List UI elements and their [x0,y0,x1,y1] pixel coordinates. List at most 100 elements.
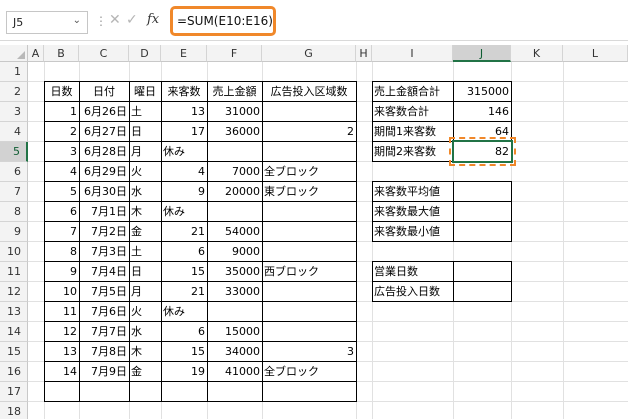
cell-weekday[interactable]: 水 [129,182,161,202]
cell-ad-area[interactable] [262,242,356,262]
cell-visitors[interactable]: 21 [161,222,207,242]
cell-day-num[interactable]: 1 [44,102,79,122]
header-sales[interactable]: 売上金額 [207,82,262,102]
cell-visitors[interactable]: 6 [161,322,207,342]
cell-ad-area[interactable]: 2 [262,122,356,142]
row-header-3[interactable]: 3 [0,102,28,122]
summary-business-days-label[interactable]: 営業日数 [372,262,453,282]
cell-date[interactable]: 7月7日 [79,322,129,342]
cell-visitors[interactable]: 休み [161,202,207,222]
cell-sales[interactable] [207,142,262,162]
column-header-k[interactable]: K [511,45,563,62]
summary-min-label[interactable]: 来客数最小値 [372,222,453,242]
row-header-1[interactable]: 1 [0,62,28,82]
more-options-icon[interactable]: ⋮ [95,14,107,28]
row-header-14[interactable]: 14 [0,322,28,342]
select-all-button[interactable] [0,45,28,62]
summary-avg-label[interactable]: 来客数平均値 [372,182,453,202]
column-header-g[interactable]: G [262,45,356,62]
chevron-down-icon[interactable]: ⌄ [73,15,81,26]
cell-day-num[interactable]: 4 [44,162,79,182]
cell-date[interactable]: 7月2日 [79,222,129,242]
header-date[interactable]: 日付 [79,82,129,102]
cell-visitors[interactable]: 休み [161,302,207,322]
cell-day-num[interactable]: 11 [44,302,79,322]
row-header-4[interactable]: 4 [0,122,28,142]
column-header-h[interactable]: H [356,45,372,62]
row-header-16[interactable]: 16 [0,362,28,382]
cell-sales[interactable] [207,302,262,322]
row-header-18[interactable]: 18 [0,402,28,419]
cell-sales[interactable]: 31000 [207,102,262,122]
cell-date[interactable]: 7月1日 [79,202,129,222]
cell-weekday[interactable]: 水 [129,322,161,342]
cell-sales[interactable]: 35000 [207,262,262,282]
cell-sales[interactable]: 33000 [207,282,262,302]
cell-visitors[interactable]: 4 [161,162,207,182]
cell-weekday[interactable]: 火 [129,302,161,322]
column-header-f[interactable]: F [207,45,262,62]
row-header-12[interactable]: 12 [0,282,28,302]
cell-day-num[interactable]: 9 [44,262,79,282]
column-header-b[interactable]: B [44,45,79,62]
cell-date[interactable]: 7月5日 [79,282,129,302]
cell-weekday[interactable]: 金 [129,222,161,242]
cell-day-num[interactable]: 8 [44,242,79,262]
column-header-e[interactable]: E [161,45,207,62]
cell-ad-area[interactable] [262,202,356,222]
cell-weekday[interactable]: 火 [129,162,161,182]
cell-sales[interactable]: 9000 [207,242,262,262]
row-header-10[interactable]: 10 [0,242,28,262]
name-box[interactable]: J5 ⌄ [6,11,88,34]
enter-check-icon[interactable]: ✓ [126,12,138,28]
column-header-l[interactable]: L [563,45,628,62]
row-header-8[interactable]: 8 [0,202,28,222]
cell-ad-area[interactable] [262,322,356,342]
cell-weekday[interactable]: 木 [129,342,161,362]
cell-sales[interactable]: 36000 [207,122,262,142]
cell-weekday[interactable]: 月 [129,142,161,162]
cell-day-num[interactable]: 13 [44,342,79,362]
row-header-2[interactable]: 2 [0,82,28,102]
cell-weekday[interactable]: 土 [129,102,161,122]
cell-weekday[interactable]: 月 [129,282,161,302]
summary-period2-label[interactable]: 期間2来客数 [372,142,453,162]
cell-date[interactable]: 7月6日 [79,302,129,322]
cell-ad-area[interactable]: 西ブロック [262,262,356,282]
row-header-9[interactable]: 9 [0,222,28,242]
row-header-17[interactable]: 17 [0,382,28,402]
row-header-6[interactable]: 6 [0,162,28,182]
cell-date[interactable]: 7月3日 [79,242,129,262]
cell-date[interactable]: 6月30日 [79,182,129,202]
column-header-j[interactable]: J [453,45,511,62]
summary-total-sales-label[interactable]: 売上金額合計 [372,82,453,102]
cell-ad-area[interactable] [262,282,356,302]
cell-day-num[interactable]: 6 [44,202,79,222]
cell-sales[interactable]: 7000 [207,162,262,182]
insert-function-icon[interactable]: fx [147,12,159,27]
cell-date[interactable]: 6月27日 [79,122,129,142]
header-ad-area[interactable]: 広告投入区域数 [262,82,356,102]
cell-ad-area[interactable] [262,222,356,242]
cell-day-num[interactable]: 12 [44,322,79,342]
cell-date[interactable]: 7月8日 [79,342,129,362]
summary-total-visitors-value[interactable]: 146 [453,102,511,122]
row-header-11[interactable]: 11 [0,262,28,282]
cell-ad-area[interactable]: 全ブロック [262,362,356,382]
cell-sales[interactable]: 15000 [207,322,262,342]
cell-weekday[interactable]: 日 [129,122,161,142]
worksheet-grid[interactable]: 日数 日付 曜日 来客数 売上金額 広告投入区域数 1 6月26日 土 13 3… [28,62,628,419]
row-header-15[interactable]: 15 [0,342,28,362]
column-header-i[interactable]: I [372,45,453,62]
cell-ad-area[interactable] [262,302,356,322]
row-header-13[interactable]: 13 [0,302,28,322]
cell-visitors[interactable]: 15 [161,342,207,362]
cell-sales[interactable]: 54000 [207,222,262,242]
cell-weekday[interactable]: 金 [129,362,161,382]
cell-visitors[interactable]: 21 [161,282,207,302]
summary-max-label[interactable]: 来客数最大値 [372,202,453,222]
cell-day-num[interactable]: 5 [44,182,79,202]
cell-visitors[interactable]: 17 [161,122,207,142]
cell-visitors[interactable]: 6 [161,242,207,262]
cell-visitors[interactable]: 13 [161,102,207,122]
